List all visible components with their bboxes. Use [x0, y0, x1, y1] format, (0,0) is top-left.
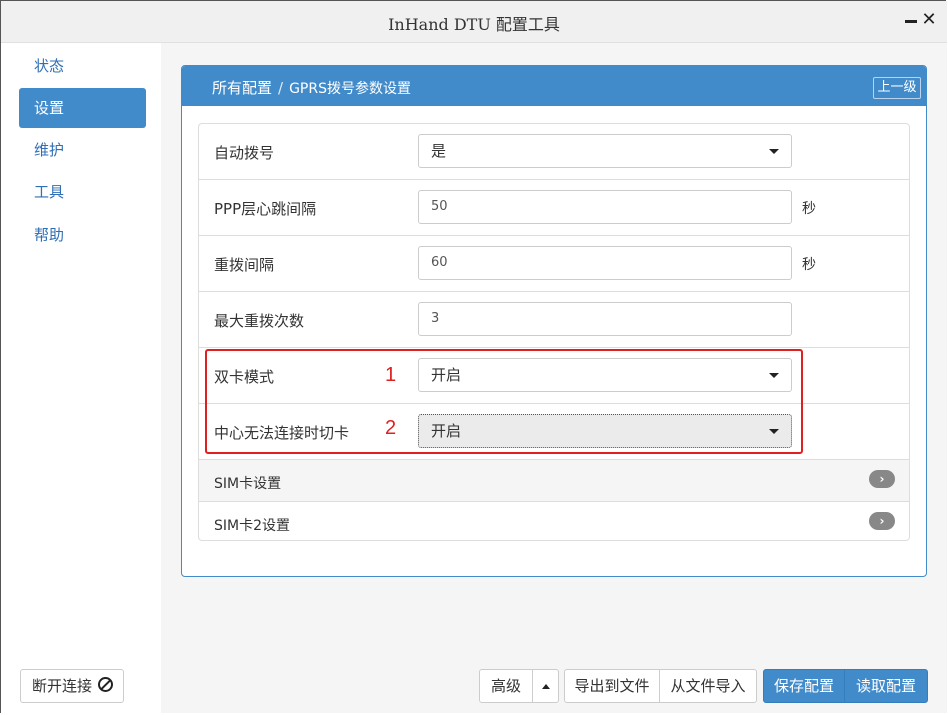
breadcrumb-current: GPRS拨号参数设置: [289, 81, 411, 97]
read-config-button[interactable]: 读取配置: [844, 669, 928, 703]
breadcrumb-root[interactable]: 所有配置: [212, 79, 272, 97]
export-to-file-button[interactable]: 导出到文件: [564, 669, 660, 703]
config-panel: 所有配置 / GPRS拨号参数设置 上一级 自动拨号 是 PPP层心跳间隔 50 秒…: [181, 65, 927, 577]
minimize-icon[interactable]: [905, 20, 917, 23]
panel-header: 所有配置 / GPRS拨号参数设置 上一级: [182, 66, 926, 106]
max-redial-label: 最大重拨次数: [214, 312, 305, 330]
redial-interval-label: 重拨间隔: [214, 256, 275, 274]
sidebar-item-maintenance[interactable]: 维护: [19, 130, 146, 170]
redial-interval-input[interactable]: 60: [418, 246, 792, 280]
form-row-ppp-heartbeat: PPP层心跳间隔 50 秒: [199, 180, 909, 236]
sim2-settings-section[interactable]: SIM卡2设置 ›: [199, 502, 909, 540]
advanced-toggle-button[interactable]: [532, 669, 559, 703]
form-row-auto-dial: 自动拨号 是: [199, 124, 909, 180]
annotation-marker-2: 2: [385, 417, 397, 439]
sidebar-item-help[interactable]: 帮助: [19, 215, 146, 255]
auto-dial-value: 是: [431, 142, 447, 160]
caret-down-icon: [769, 149, 779, 154]
ppp-heartbeat-unit: 秒: [802, 201, 816, 217]
caret-up-icon: [541, 684, 550, 689]
chevron-right-icon: ›: [869, 512, 895, 530]
sidebar-item-settings[interactable]: 设置: [19, 88, 146, 128]
form-row-redial-interval: 重拨间隔 60 秒: [199, 236, 909, 292]
sim2-settings-label: SIM卡2设置: [214, 518, 291, 534]
max-redial-input[interactable]: 3: [418, 302, 792, 336]
sidebar: 状态 设置 维护 工具 帮助: [1, 43, 161, 713]
ppp-heartbeat-label: PPP层心跳间隔: [214, 200, 317, 218]
breadcrumb-separator: /: [278, 79, 284, 97]
ppp-heartbeat-input[interactable]: 50: [418, 190, 792, 224]
window-title: InHand DTU 配置工具: [388, 15, 560, 34]
chevron-right-icon: ›: [869, 470, 895, 488]
title-bar: InHand DTU 配置工具 ✕: [1, 1, 947, 43]
save-config-button[interactable]: 保存配置: [763, 669, 845, 703]
sidebar-item-status[interactable]: 状态: [19, 46, 146, 86]
import-from-file-button[interactable]: 从文件导入: [659, 669, 757, 703]
disconnect-label: 断开连接: [32, 677, 93, 695]
annotation-marker-1: 1: [385, 364, 397, 386]
auto-dial-select[interactable]: 是: [418, 134, 792, 168]
close-icon[interactable]: ✕: [921, 10, 937, 30]
annotation-highlight-box: [205, 349, 803, 454]
up-level-button[interactable]: 上一级: [873, 77, 921, 99]
sim1-settings-section[interactable]: SIM卡设置 ›: [199, 460, 909, 502]
app-window: InHand DTU 配置工具 ✕ 状态 设置 维护 工具 帮助 所有配置 / GP…: [0, 0, 947, 713]
disconnect-button[interactable]: 断开连接: [20, 669, 124, 703]
breadcrumb: 所有配置 / GPRS拨号参数设置: [212, 77, 411, 98]
gprs-form: 自动拨号 是 PPP层心跳间隔 50 秒 重拨间隔 60 秒 最大重拨次数 3: [198, 123, 910, 541]
auto-dial-label: 自动拨号: [214, 144, 275, 162]
sidebar-item-tools[interactable]: 工具: [19, 172, 146, 212]
sim1-settings-label: SIM卡设置: [214, 476, 282, 492]
ban-icon: [98, 677, 114, 692]
form-row-max-redial: 最大重拨次数 3: [199, 292, 909, 348]
advanced-button[interactable]: 高级: [479, 669, 533, 703]
redial-interval-unit: 秒: [802, 257, 816, 273]
